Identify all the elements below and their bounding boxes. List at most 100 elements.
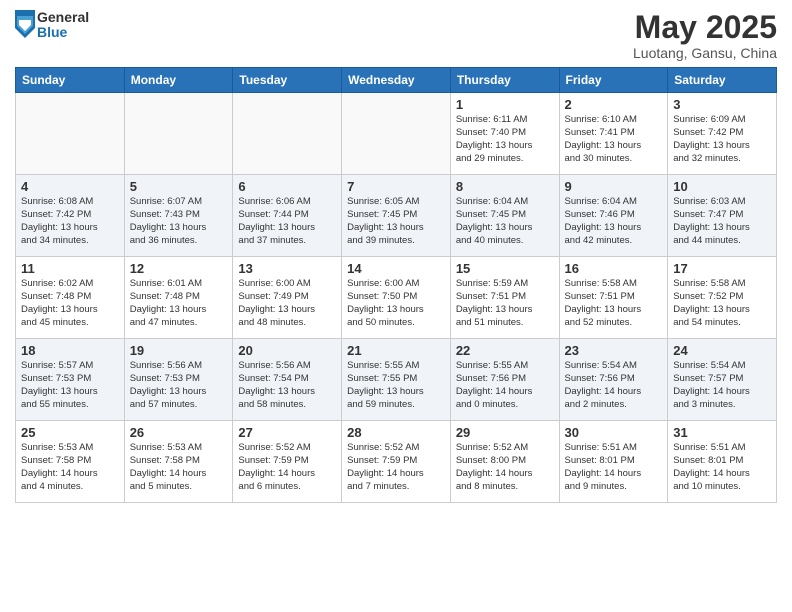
col-thursday: Thursday <box>450 68 559 93</box>
day-info: Sunrise: 6:05 AMSunset: 7:45 PMDaylight:… <box>347 196 445 247</box>
day-info: Sunrise: 5:52 AMSunset: 8:00 PMDaylight:… <box>456 442 554 493</box>
day-info: Sunrise: 6:00 AMSunset: 7:50 PMDaylight:… <box>347 278 445 329</box>
day-number: 29 <box>456 425 554 440</box>
day-info: Sunrise: 5:53 AMSunset: 7:58 PMDaylight:… <box>130 442 228 493</box>
table-row: 20 Sunrise: 5:56 AMSunset: 7:54 PMDayligh… <box>233 339 342 421</box>
table-row: 21Sunrise: 5:55 AMSunset: 7:55 PMDayligh… <box>342 339 451 421</box>
table-row: 24 Sunrise: 5:54 AMSunset: 7:57 PMDayligh… <box>668 339 777 421</box>
day-info: Sunrise: 6:08 AMSunset: 7:42 PMDaylight:… <box>21 196 119 247</box>
day-info: Sunrise: 6:07 AMSunset: 7:43 PMDaylight:… <box>130 196 228 247</box>
table-row: 18 Sunrise: 5:57 AMSunset: 7:53 PMDayligh… <box>16 339 125 421</box>
table-row: 23 Sunrise: 5:54 AMSunset: 7:56 PMDayligh… <box>559 339 668 421</box>
day-info: Sunrise: 6:03 AMSunset: 7:47 PMDaylight:… <box>673 196 771 247</box>
day-number: 5 <box>130 179 228 194</box>
table-row: 17 Sunrise: 5:58 AMSunset: 7:52 PMDayligh… <box>668 257 777 339</box>
day-number: 6 <box>238 179 336 194</box>
day-number: 2 <box>565 97 663 112</box>
day-info: Sunrise: 5:58 AMSunset: 7:51 PMDaylight:… <box>565 278 663 329</box>
calendar-week-row: 1Sunrise: 6:11 AMSunset: 7:40 PMDaylight… <box>16 93 777 175</box>
table-row: 14 Sunrise: 6:00 AMSunset: 7:50 PMDayligh… <box>342 257 451 339</box>
day-number: 11 <box>21 261 119 276</box>
col-saturday: Saturday <box>668 68 777 93</box>
table-row: 22Sunrise: 5:55 AMSunset: 7:56 PMDayligh… <box>450 339 559 421</box>
table-row: 19 Sunrise: 5:56 AMSunset: 7:53 PMDayligh… <box>124 339 233 421</box>
day-number: 24 <box>673 343 771 358</box>
table-row: 6 Sunrise: 6:06 AMSunset: 7:44 PMDaylight… <box>233 175 342 257</box>
table-row: 31 Sunrise: 5:51 AMSunset: 8:01 PMDayligh… <box>668 421 777 503</box>
day-number: 16 <box>565 261 663 276</box>
day-number: 7 <box>347 179 445 194</box>
day-info: Sunrise: 5:51 AMSunset: 8:01 PMDaylight:… <box>565 442 663 493</box>
table-row: 29 Sunrise: 5:52 AMSunset: 8:00 PMDayligh… <box>450 421 559 503</box>
day-info: Sunrise: 6:09 AMSunset: 7:42 PMDaylight:… <box>673 114 771 165</box>
day-info: Sunrise: 5:52 AMSunset: 7:59 PMDaylight:… <box>347 442 445 493</box>
day-number: 10 <box>673 179 771 194</box>
table-row: 3Sunrise: 6:09 AMSunset: 7:42 PMDaylight… <box>668 93 777 175</box>
day-info: Sunrise: 5:55 AMSunset: 7:56 PMDaylight:… <box>456 360 554 411</box>
logo-icon <box>15 10 35 38</box>
day-number: 8 <box>456 179 554 194</box>
table-row <box>233 93 342 175</box>
day-info: Sunrise: 6:10 AMSunset: 7:41 PMDaylight:… <box>565 114 663 165</box>
day-info: Sunrise: 6:00 AMSunset: 7:49 PMDaylight:… <box>238 278 336 329</box>
day-number: 20 <box>238 343 336 358</box>
calendar-header-row: Sunday Monday Tuesday Wednesday Thursday… <box>16 68 777 93</box>
day-number: 14 <box>347 261 445 276</box>
col-sunday: Sunday <box>16 68 125 93</box>
col-monday: Monday <box>124 68 233 93</box>
day-info: Sunrise: 5:56 AMSunset: 7:53 PMDaylight:… <box>130 360 228 411</box>
day-number: 17 <box>673 261 771 276</box>
table-row: 30Sunrise: 5:51 AMSunset: 8:01 PMDayligh… <box>559 421 668 503</box>
day-info: Sunrise: 5:52 AMSunset: 7:59 PMDaylight:… <box>238 442 336 493</box>
location-subtitle: Luotang, Gansu, China <box>633 45 777 61</box>
table-row: 10 Sunrise: 6:03 AMSunset: 7:47 PMDayligh… <box>668 175 777 257</box>
day-info: Sunrise: 5:54 AMSunset: 7:57 PMDaylight:… <box>673 360 771 411</box>
logo-general-text: General <box>37 10 89 25</box>
day-number: 23 <box>565 343 663 358</box>
day-number: 4 <box>21 179 119 194</box>
table-row: 16 Sunrise: 5:58 AMSunset: 7:51 PMDayligh… <box>559 257 668 339</box>
day-info: Sunrise: 5:51 AMSunset: 8:01 PMDaylight:… <box>673 442 771 493</box>
table-row: 8 Sunrise: 6:04 AMSunset: 7:45 PMDaylight… <box>450 175 559 257</box>
table-row: 11Sunrise: 6:02 AMSunset: 7:48 PMDayligh… <box>16 257 125 339</box>
table-row <box>124 93 233 175</box>
table-row: 7 Sunrise: 6:05 AMSunset: 7:45 PMDaylight… <box>342 175 451 257</box>
day-info: Sunrise: 5:59 AMSunset: 7:51 PMDaylight:… <box>456 278 554 329</box>
table-row: 9 Sunrise: 6:04 AMSunset: 7:46 PMDaylight… <box>559 175 668 257</box>
calendar-week-row: 18 Sunrise: 5:57 AMSunset: 7:53 PMDayligh… <box>16 339 777 421</box>
table-row: 2 Sunrise: 6:10 AMSunset: 7:41 PMDaylight… <box>559 93 668 175</box>
col-wednesday: Wednesday <box>342 68 451 93</box>
day-number: 21 <box>347 343 445 358</box>
table-row: 4 Sunrise: 6:08 AMSunset: 7:42 PMDaylight… <box>16 175 125 257</box>
calendar-week-row: 11Sunrise: 6:02 AMSunset: 7:48 PMDayligh… <box>16 257 777 339</box>
page: General Blue May 2025 Luotang, Gansu, Ch… <box>0 0 792 612</box>
calendar-week-row: 4 Sunrise: 6:08 AMSunset: 7:42 PMDaylight… <box>16 175 777 257</box>
day-number: 18 <box>21 343 119 358</box>
day-info: Sunrise: 5:54 AMSunset: 7:56 PMDaylight:… <box>565 360 663 411</box>
day-info: Sunrise: 6:06 AMSunset: 7:44 PMDaylight:… <box>238 196 336 247</box>
day-info: Sunrise: 5:57 AMSunset: 7:53 PMDaylight:… <box>21 360 119 411</box>
day-info: Sunrise: 5:58 AMSunset: 7:52 PMDaylight:… <box>673 278 771 329</box>
table-row <box>342 93 451 175</box>
table-row: 13 Sunrise: 6:00 AMSunset: 7:49 PMDayligh… <box>233 257 342 339</box>
day-number: 13 <box>238 261 336 276</box>
day-number: 26 <box>130 425 228 440</box>
day-info: Sunrise: 6:04 AMSunset: 7:46 PMDaylight:… <box>565 196 663 247</box>
table-row: 28 Sunrise: 5:52 AMSunset: 7:59 PMDayligh… <box>342 421 451 503</box>
day-info: Sunrise: 6:01 AMSunset: 7:48 PMDaylight:… <box>130 278 228 329</box>
day-number: 19 <box>130 343 228 358</box>
day-info: Sunrise: 5:56 AMSunset: 7:54 PMDaylight:… <box>238 360 336 411</box>
table-row: 27Sunrise: 5:52 AMSunset: 7:59 PMDayligh… <box>233 421 342 503</box>
table-row: 5 Sunrise: 6:07 AMSunset: 7:43 PMDaylight… <box>124 175 233 257</box>
day-number: 9 <box>565 179 663 194</box>
table-row: 12Sunrise: 6:01 AMSunset: 7:48 PMDayligh… <box>124 257 233 339</box>
day-number: 15 <box>456 261 554 276</box>
logo-blue-text: Blue <box>37 25 89 40</box>
table-row: 1Sunrise: 6:11 AMSunset: 7:40 PMDaylight… <box>450 93 559 175</box>
logo: General Blue <box>15 10 89 41</box>
day-info: Sunrise: 6:11 AMSunset: 7:40 PMDaylight:… <box>456 114 554 165</box>
day-number: 28 <box>347 425 445 440</box>
day-number: 31 <box>673 425 771 440</box>
day-info: Sunrise: 6:04 AMSunset: 7:45 PMDaylight:… <box>456 196 554 247</box>
day-info: Sunrise: 5:53 AMSunset: 7:58 PMDaylight:… <box>21 442 119 493</box>
